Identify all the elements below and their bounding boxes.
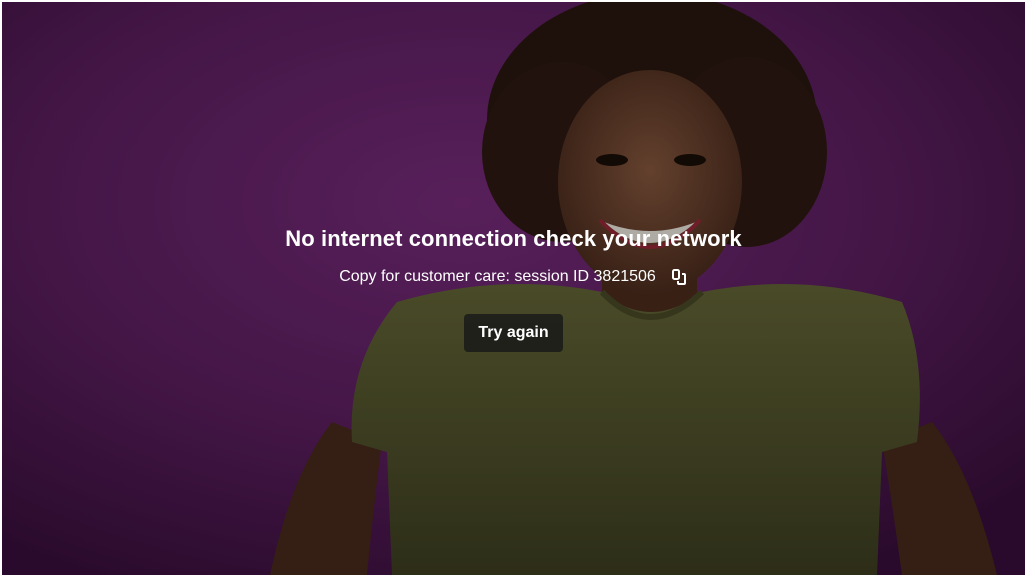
- try-again-button[interactable]: Try again: [464, 314, 563, 352]
- error-title: No internet connection check your networ…: [285, 226, 742, 251]
- session-id: 3821506: [593, 268, 656, 285]
- error-screen: No internet connection check your networ…: [2, 2, 1025, 575]
- session-prefix: Copy for customer care: session ID: [339, 268, 590, 285]
- copy-icon[interactable]: [670, 268, 688, 286]
- session-text: Copy for customer care: session ID 38215…: [339, 266, 656, 288]
- session-info: Copy for customer care: session ID 38215…: [2, 266, 1025, 288]
- error-message: No internet connection check your networ…: [2, 224, 1025, 352]
